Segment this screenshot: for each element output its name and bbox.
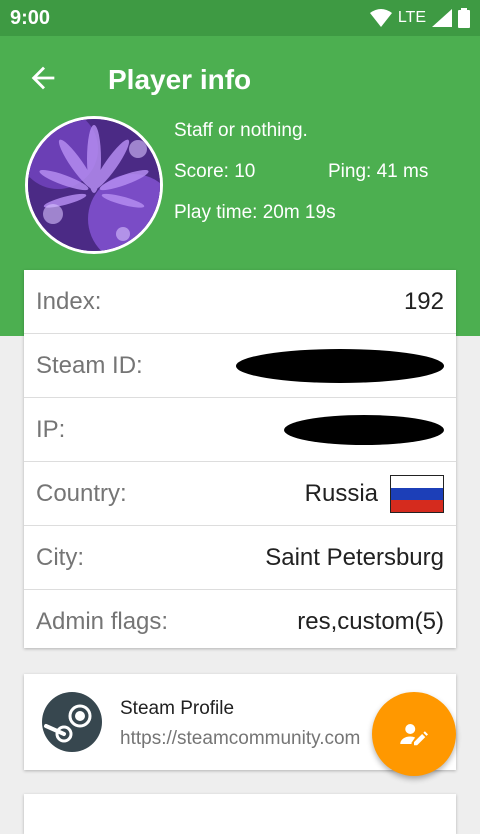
steam-profile-title: Steam Profile <box>120 698 235 719</box>
index-value: 192 <box>403 287 444 315</box>
steam-id-label: Steam ID: <box>36 351 143 379</box>
arrow-back-icon <box>31 66 55 90</box>
index-label: Index: <box>36 287 102 315</box>
steam-profile-url: https://steamcommunity.com <box>120 728 361 749</box>
city-label: City: <box>36 543 84 571</box>
next-card <box>24 794 456 834</box>
edit-user-icon <box>400 724 428 746</box>
battery-icon <box>458 8 470 28</box>
status-time: 9:00 <box>10 7 51 29</box>
country-value-group: Russia <box>304 474 444 513</box>
network-type: LTE <box>397 9 426 26</box>
admin-flags-label: Admin flags: <box>36 607 169 635</box>
player-ping: Ping: 41 ms <box>328 161 429 182</box>
detail-row-ip: IP: <box>24 398 456 462</box>
detail-row-country: Country: Russia <box>24 462 456 526</box>
ip-redacted <box>284 414 444 445</box>
wifi-icon <box>369 9 392 27</box>
admin-flags-value: res,custom(5) <box>297 607 444 635</box>
ip-label: IP: <box>36 415 66 443</box>
edit-player-fab[interactable] <box>372 692 456 776</box>
player-play-time: Play time: 20m 19s <box>174 202 336 223</box>
city-value: Saint Petersburg <box>265 543 444 571</box>
detail-row-steam-id: Steam ID: <box>24 334 456 398</box>
detail-row-index: Index: 192 <box>24 270 456 334</box>
page-title: Player info <box>108 64 252 95</box>
player-avatar <box>25 116 163 254</box>
status-bar: 9:00 LTE <box>0 0 480 36</box>
player-score: Score: 10 <box>174 161 256 182</box>
steam-id-redacted <box>236 348 444 383</box>
country-value: Russia <box>304 479 378 507</box>
player-details-card: Index: 192 Steam ID: IP: Country: Russia… <box>24 270 456 648</box>
country-label: Country: <box>36 479 127 507</box>
signal-icon <box>432 9 452 27</box>
russia-flag-icon <box>390 474 444 513</box>
back-button[interactable] <box>26 61 60 95</box>
status-icons: LTE <box>369 8 470 28</box>
player-name: Staff or nothing. <box>174 120 308 141</box>
steam-icon <box>42 692 102 752</box>
detail-row-admin-flags: Admin flags: res,custom(5) <box>24 590 456 653</box>
detail-row-city: City: Saint Petersburg <box>24 526 456 590</box>
